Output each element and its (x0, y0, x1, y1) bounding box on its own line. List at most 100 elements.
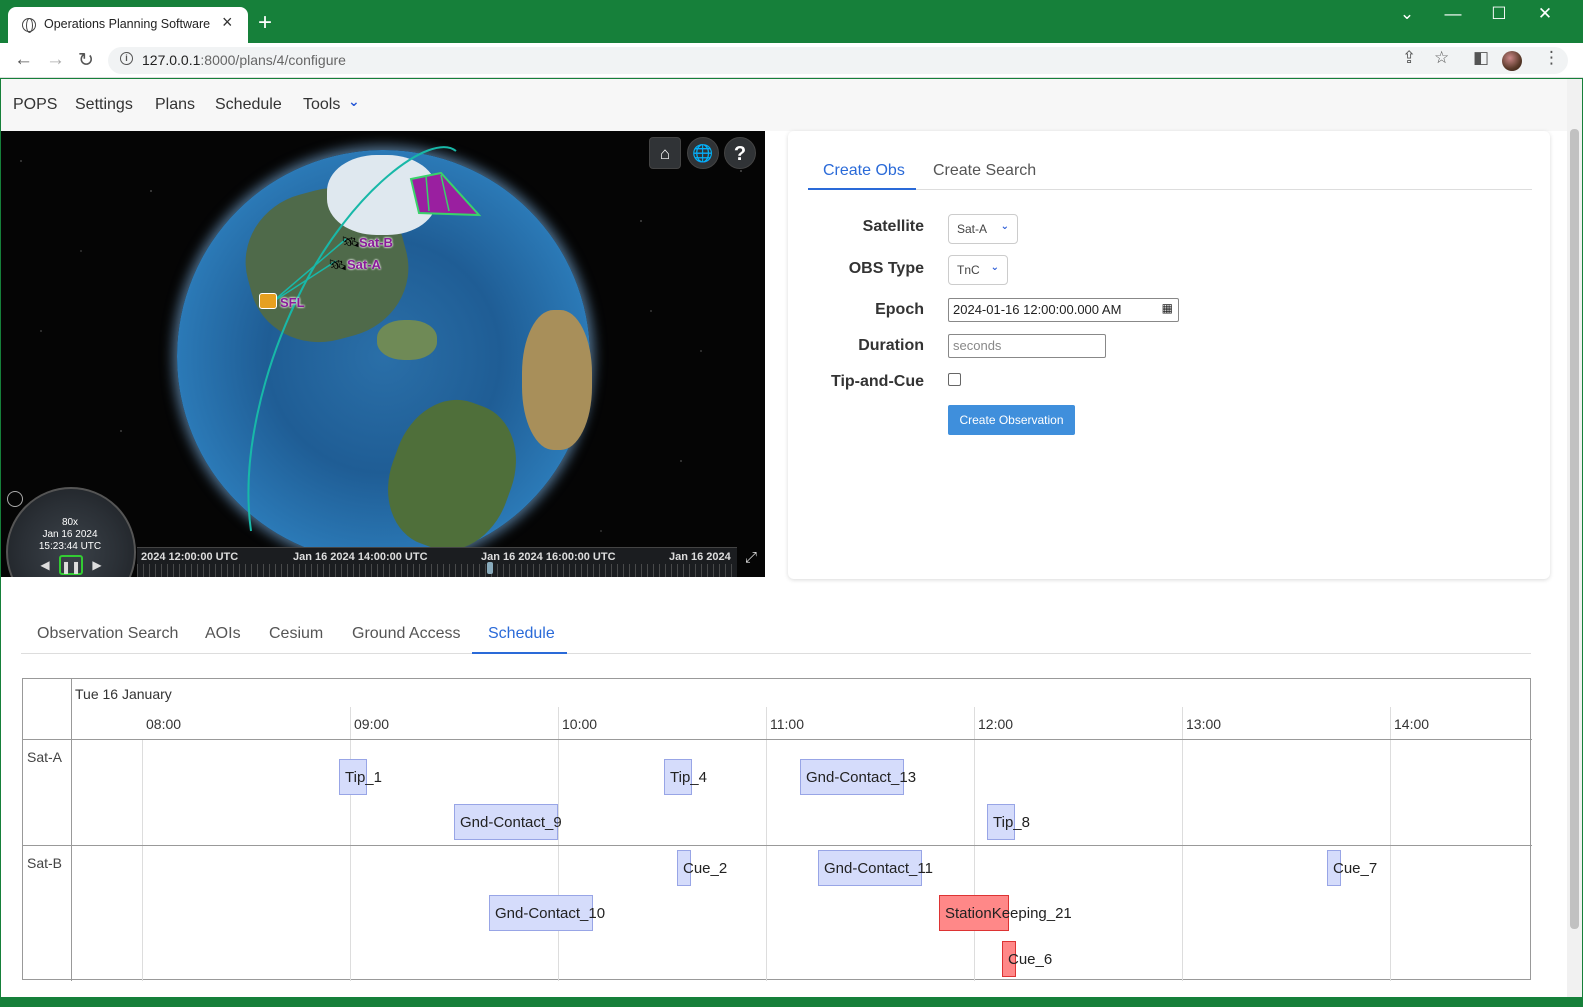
site-info-icon[interactable]: i (120, 52, 133, 65)
tab-create-obs[interactable]: Create Obs (823, 162, 905, 180)
schedule-item-gnd-contact-13[interactable]: Gnd-Contact_13 (800, 759, 916, 795)
hour-gridline (766, 707, 767, 981)
tab-divider (808, 189, 1532, 190)
tab-create-search[interactable]: Create Search (933, 162, 1036, 180)
nav-plans[interactable]: Plans (155, 96, 195, 114)
clock-date: Jan 16 2024 (42, 529, 98, 540)
bottom-tabs: Observation Search AOIs Cesium Ground Ac… (21, 607, 1531, 655)
maximize-icon[interactable]: ☐ (1484, 4, 1514, 24)
clock-icon[interactable] (7, 491, 23, 507)
side-panel-icon[interactable]: ◧ (1473, 48, 1489, 68)
tab-title: Operations Planning Software (44, 17, 211, 31)
window-close-icon[interactable]: ✕ (1530, 4, 1560, 24)
schedule-item-gnd-contact-9[interactable]: Gnd-Contact_9 (454, 804, 562, 840)
duration-label: Duration (858, 337, 924, 354)
globe-icon (22, 18, 36, 33)
schedule-item-gnd-contact-10[interactable]: Gnd-Contact_10 (489, 895, 605, 931)
bookmark-star-icon[interactable]: ☆ (1434, 48, 1449, 68)
satellite-select[interactable]: Sat-A ⌄ (948, 214, 1018, 244)
epoch-label: Epoch (875, 301, 924, 318)
nav-tools[interactable]: Tools (303, 96, 340, 114)
browser-tab[interactable]: Operations Planning Software × (8, 7, 248, 43)
schedule-item-cue-7[interactable]: Cue_7 (1327, 850, 1377, 886)
playback-controls: ◀ ❚❚ ▶ (33, 555, 113, 575)
calendar-icon[interactable]: ▦ (1162, 301, 1173, 315)
reload-icon[interactable]: ↻ (78, 49, 94, 72)
schedule-timeline[interactable]: Tue 16 January 08:00 09:00 10:00 11:00 1… (22, 678, 1532, 981)
satellite-icon[interactable]: 🛰 (328, 256, 347, 274)
back-icon[interactable]: ← (14, 49, 33, 71)
tab-observation-search[interactable]: Observation Search (37, 625, 178, 643)
satellite-label: Satellite (862, 218, 924, 235)
tab-schedule[interactable]: Schedule (488, 625, 555, 643)
hour-label: 11:00 (770, 716, 804, 732)
ground-station-icon[interactable] (259, 293, 277, 309)
play-reverse-icon[interactable]: ◀ (33, 555, 57, 575)
hour-label: 10:00 (562, 716, 598, 732)
obs-type-select[interactable]: TnC ⌄ (948, 255, 1008, 285)
url-path: :8000/plans/4/configure (200, 52, 346, 68)
hour-label: 14:00 (1394, 716, 1430, 732)
schedule-item-cue-6[interactable]: Cue_6 (1002, 941, 1052, 977)
address-bar: ← → ↻ i 127.0.0.1:8000/plans/4/configure… (0, 43, 1583, 78)
menu-kebab-icon[interactable]: ⋮ (1543, 48, 1560, 68)
obs-type-label: OBS Type (848, 260, 924, 277)
schedule-item-tip-1[interactable]: Tip_1 (339, 759, 382, 795)
url-field[interactable]: i 127.0.0.1:8000/plans/4/configure (108, 47, 1568, 74)
create-observation-button[interactable]: Create Observation (948, 405, 1075, 435)
forward-icon[interactable]: → (46, 49, 65, 71)
active-tab-indicator (808, 188, 916, 190)
play-forward-icon[interactable]: ▶ (85, 555, 109, 575)
browser-tab-strip: Operations Planning Software × + ⌄ — ☐ ✕ (0, 0, 1583, 43)
new-tab-icon[interactable]: + (258, 9, 272, 37)
schedule-item-stationkeeping-21[interactable]: StationKeeping_21 (939, 895, 1072, 931)
pause-icon[interactable]: ❚❚ (59, 555, 83, 575)
tip-and-cue-label: Tip-and-Cue (830, 373, 924, 390)
fullscreen-icon[interactable]: ⤢ (739, 549, 763, 575)
home-icon[interactable]: ⌂ (649, 137, 681, 169)
brand-link[interactable]: POPS (13, 96, 57, 114)
chevron-down-icon[interactable]: ⌄ (348, 93, 360, 110)
globe-icon[interactable]: 🌐 (687, 137, 719, 169)
timeline-needle[interactable] (487, 562, 493, 574)
epoch-input[interactable]: 2024-01-16 12:00:00.000 AM ▦ (948, 298, 1179, 322)
group-column-divider (71, 679, 72, 981)
hour-label: 09:00 (354, 716, 390, 732)
profile-avatar[interactable] (1502, 51, 1522, 71)
satellite-icon[interactable]: 🛰 (341, 233, 360, 251)
timeline-label: Jan 16 2024 (669, 551, 731, 563)
help-icon[interactable]: ? (724, 137, 756, 169)
timeline-label: 2024 12:00:00 UTC (141, 551, 239, 563)
tip-and-cue-checkbox[interactable] (948, 373, 961, 386)
nav-settings[interactable]: Settings (75, 96, 133, 114)
hour-gridline (350, 707, 351, 981)
clock-readout: 80x Jan 16 2024 15:23:44 UTC (11, 517, 129, 553)
create-panel: Create Obs Create Search Satellite Sat-A… (788, 131, 1550, 579)
schedule-item-gnd-contact-11[interactable]: Gnd-Contact_11 (818, 850, 933, 886)
cesium-viewer[interactable]: 🛰 Sat-B 🛰 Sat-A SFL ⌂ 🌐 ? 80x Jan 16 202… (1, 131, 765, 577)
timeline[interactable]: 2024 12:00:00 UTC Jan 16 2024 14:00:00 U… (137, 547, 737, 577)
tab-search-icon[interactable]: ⌄ (1392, 4, 1422, 24)
hour-gridline (1182, 707, 1183, 981)
tab-divider (21, 653, 1531, 654)
ground-station-label: SFL (280, 295, 305, 310)
nav-schedule[interactable]: Schedule (215, 96, 282, 114)
epoch-value: 2024-01-16 12:00:00.000 AM (953, 302, 1122, 317)
hour-gridline (558, 707, 559, 981)
url-host: 127.0.0.1 (142, 52, 201, 68)
minimize-icon[interactable]: — (1438, 4, 1468, 24)
tab-ground-access[interactable]: Ground Access (352, 625, 461, 643)
share-icon[interactable]: ⇪ (1402, 48, 1416, 68)
duration-input[interactable]: seconds (948, 334, 1106, 358)
close-tab-icon[interactable]: × (222, 12, 233, 33)
scrollbar-thumb[interactable] (1570, 129, 1579, 929)
page-scrollbar[interactable] (1567, 79, 1582, 997)
schedule-item-cue-2[interactable]: Cue_2 (677, 850, 727, 886)
schedule-item-tip-4[interactable]: Tip_4 (664, 759, 707, 795)
chevron-down-icon: ⌄ (990, 262, 999, 273)
hour-gridline (142, 739, 143, 981)
schedule-item-tip-8[interactable]: Tip_8 (987, 804, 1030, 840)
tab-cesium[interactable]: Cesium (269, 625, 323, 643)
tab-aois[interactable]: AOIs (205, 625, 241, 643)
satellite-value: Sat-A (957, 222, 988, 236)
